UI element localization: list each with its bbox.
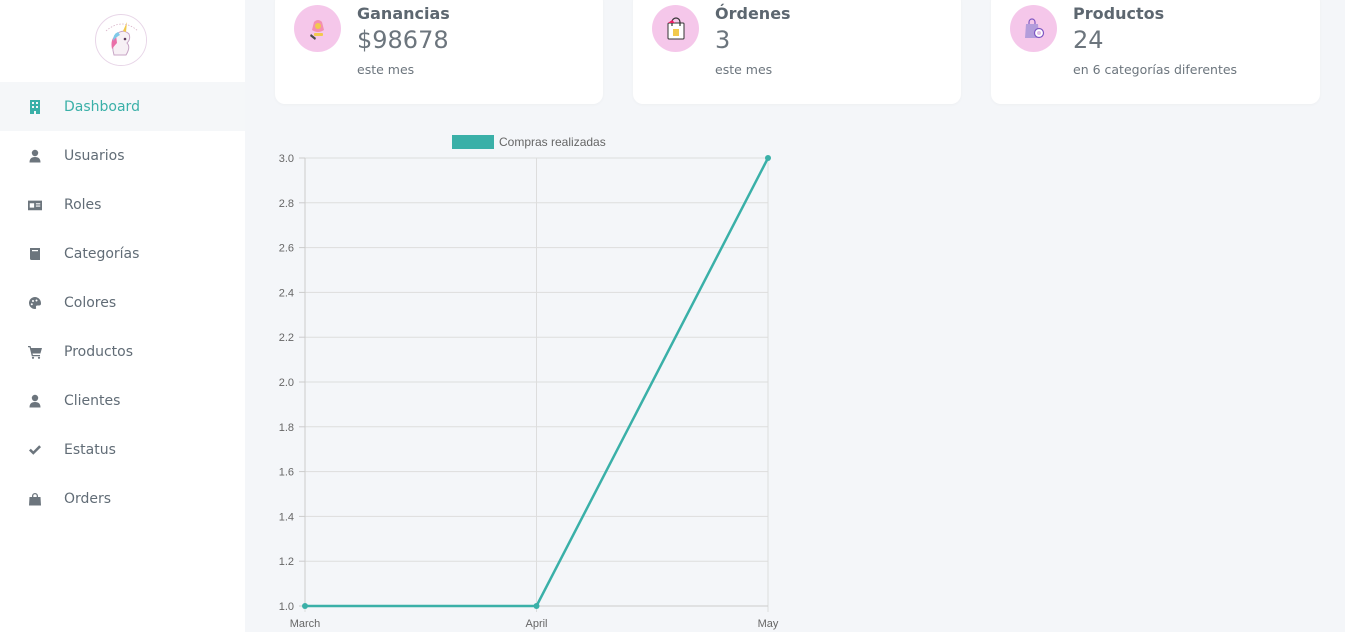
series-line <box>305 157 770 608</box>
x-tick-label: May <box>758 618 779 630</box>
sidebar-item-label: Usuarios <box>64 147 125 164</box>
check-icon <box>26 441 43 458</box>
sidebar-item-productos[interactable]: Productos <box>0 327 245 376</box>
product-bag-icon <box>1010 5 1057 52</box>
sidebar: Dashboard Usuarios Roles Categorías Colo… <box>0 0 245 632</box>
book-icon <box>26 245 43 262</box>
sidebar-item-colores[interactable]: Colores <box>0 278 245 327</box>
sidebar-item-estatus[interactable]: Estatus <box>0 425 245 474</box>
money-icon <box>294 5 341 52</box>
data-point[interactable] <box>302 603 308 609</box>
sidebar-item-categorias[interactable]: Categorías <box>0 229 245 278</box>
x-tick-label: April <box>525 618 547 630</box>
card-value: 3 <box>715 26 731 54</box>
sidebar-item-label: Productos <box>64 343 134 360</box>
sidebar-item-orders[interactable]: Orders <box>0 474 245 523</box>
orders-card: Órdenes 3 este mes <box>633 0 961 104</box>
products-card: Productos 24 en 6 categorías diferentes <box>991 0 1320 104</box>
sidebar-item-clientes[interactable]: Clientes <box>0 376 245 425</box>
shopping-bag-icon <box>652 5 699 52</box>
card-title: Órdenes <box>715 4 791 23</box>
card-subtitle: en 6 categorías diferentes <box>1073 62 1238 77</box>
earnings-card: Ganancias $98678 este mes <box>275 0 603 104</box>
card-value: $98678 <box>357 26 449 54</box>
bag-icon <box>26 490 43 507</box>
y-tick-label: 2.0 <box>279 377 294 389</box>
y-tick-label: 1.6 <box>279 467 294 479</box>
sidebar-item-label: Categorías <box>64 245 140 262</box>
sidebar-nav: Dashboard Usuarios Roles Categorías Colo… <box>0 82 245 523</box>
palette-icon <box>26 294 43 311</box>
card-title: Productos <box>1073 4 1165 23</box>
sidebar-item-dashboard[interactable]: Dashboard <box>0 82 245 131</box>
data-point[interactable] <box>533 603 540 609</box>
legend-swatch <box>452 135 494 149</box>
y-tick-label: 1.0 <box>279 601 294 613</box>
building-icon <box>26 98 43 115</box>
y-tick-label: 2.6 <box>279 243 294 255</box>
sidebar-item-label: Clientes <box>64 392 121 409</box>
cart-icon <box>26 343 43 360</box>
card-subtitle: este mes <box>715 62 773 77</box>
sidebar-item-label: Estatus <box>64 441 116 458</box>
user-icon <box>26 392 43 409</box>
y-tick-label: 1.2 <box>279 556 294 568</box>
x-tick-label: March <box>290 618 321 630</box>
card-value: 24 <box>1073 26 1104 54</box>
unicorn-logo[interactable] <box>95 14 147 66</box>
sidebar-item-label: Orders <box>64 490 112 507</box>
y-tick-label: 2.4 <box>279 287 294 299</box>
sidebar-item-roles[interactable]: Roles <box>0 180 245 229</box>
legend-label[interactable]: Compras realizadas <box>499 135 606 149</box>
y-tick-label: 1.8 <box>279 422 294 434</box>
sidebar-item-label: Dashboard <box>64 98 140 115</box>
id-card-icon <box>26 196 43 213</box>
sidebar-item-label: Colores <box>64 294 117 311</box>
y-tick-label: 2.8 <box>279 198 294 210</box>
y-tick-label: 3.0 <box>279 153 294 165</box>
user-icon <box>26 147 43 164</box>
sidebar-item-usuarios[interactable]: Usuarios <box>0 131 245 180</box>
y-tick-label: 2.2 <box>279 332 294 344</box>
card-subtitle: este mes <box>357 62 415 77</box>
sidebar-item-label: Roles <box>64 196 102 213</box>
data-point[interactable] <box>765 155 771 161</box>
card-title: Ganancias <box>357 4 450 23</box>
y-tick-label: 1.4 <box>279 511 294 523</box>
